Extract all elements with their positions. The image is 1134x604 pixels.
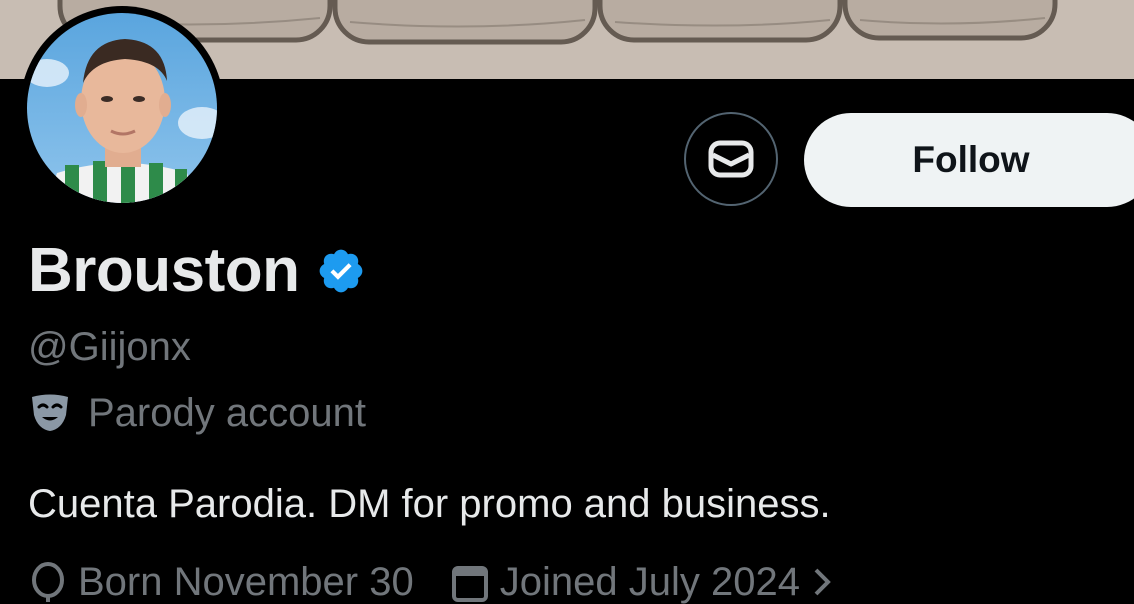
profile-handle: @Giijonx [28, 325, 191, 369]
envelope-icon [708, 140, 754, 178]
profile-meta-row: Born November 30 Joined July 2024 [28, 562, 834, 602]
born-text: Born November 30 [78, 560, 414, 604]
avatar-image [27, 13, 217, 203]
profile-bio: Cuenta Parodia. DM for promo and busines… [28, 482, 831, 526]
joined-item[interactable]: Joined July 2024 [450, 562, 834, 602]
message-button[interactable] [684, 112, 778, 206]
calendar-icon [451, 566, 488, 602]
parody-label-row: Parody account [28, 393, 366, 433]
display-name: Brouston [28, 236, 300, 305]
follow-button[interactable]: Follow [804, 113, 1134, 207]
chevron-right-icon[interactable] [810, 564, 834, 600]
parody-label: Parody account [88, 391, 366, 435]
profile-name-row: Brouston [28, 240, 366, 302]
joined-text: Joined July 2024 [499, 560, 800, 604]
follow-button-label: Follow [912, 139, 1030, 180]
verified-badge-icon[interactable] [316, 246, 366, 296]
theater-mask-icon [32, 394, 68, 431]
avatar[interactable] [27, 13, 217, 203]
balloon-icon [32, 562, 64, 602]
born-item: Born November 30 [28, 562, 414, 602]
